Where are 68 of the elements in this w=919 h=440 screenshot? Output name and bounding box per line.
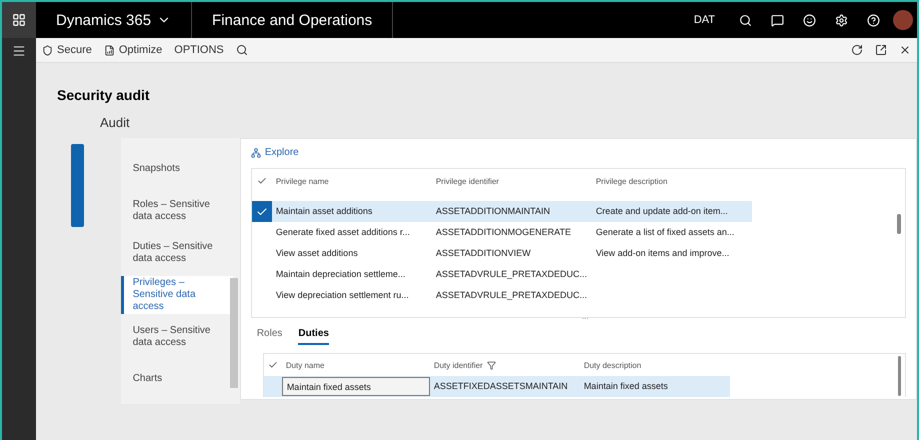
table-cell-text: ASSETADDITIONMAINTAIN	[434, 205, 551, 218]
smiley-icon[interactable]	[802, 14, 816, 26]
page-title: Security audit	[57, 87, 151, 103]
help-icon[interactable]	[866, 14, 880, 26]
search-icon[interactable]	[738, 14, 752, 26]
menu-icon[interactable]	[12, 44, 26, 58]
close-icon[interactable]	[899, 44, 911, 56]
table-row[interactable]: Generate fixed asset additions r... ASSETADDITIONMOGENERATE Generate a list of fixed assets an...	[252, 222, 752, 243]
scrollbar-thumb[interactable]	[230, 278, 238, 388]
check-icon	[256, 206, 268, 218]
table-cell-text: ASSETADDITIONMOGENERATE	[434, 226, 572, 239]
column-header[interactable]: Privilege description	[592, 176, 752, 186]
scrollbar-thumb[interactable]	[897, 214, 901, 234]
scrollbar-thumb[interactable]	[898, 356, 901, 396]
table-cell-text: Create and update add-on item...	[594, 205, 729, 218]
table-cell-text: ASSETADDITIONVIEW	[434, 247, 532, 260]
section-title: Audit	[100, 115, 131, 130]
table-row[interactable]: Maintain asset additions ASSETADDITIONMAINTAIN Create and update add-on item...	[252, 201, 752, 222]
check-icon[interactable]	[256, 176, 267, 186]
table-cell-text: Maintain asset additions	[274, 205, 374, 218]
nav-item[interactable]: Snapshots	[120, 150, 233, 188]
table-cell-text: ASSETADVRULE_PRETAXDEDUC...	[434, 268, 588, 281]
column-header[interactable]: Privilege identifier	[432, 176, 592, 186]
nav-item[interactable]: Privileges – Sensitive data access	[120, 276, 233, 314]
column-header[interactable]: Duty description	[580, 360, 730, 370]
table-row[interactable]: Maintain depreciation settleme... ASSETADVRULE_PRETAXDEDUC...	[252, 264, 752, 285]
table-cell-text: ASSETADVRULE_PRETAXDEDUC...	[434, 289, 588, 302]
shield-icon	[42, 44, 53, 56]
column-header[interactable]: Privilege name	[272, 176, 432, 186]
table-cell-text: Generate fixed asset additions r...	[274, 226, 411, 239]
table-cell-text: ASSETFIXEDASSETSMAINTAIN	[432, 380, 569, 393]
table-cell-text: View asset additions	[274, 247, 359, 260]
table-row[interactable]: View asset additions ASSETADDITIONVIEW View add-on items and improve...	[252, 243, 752, 264]
company-code[interactable]: DAT	[694, 14, 715, 26]
table-cell-text: Generate a list of fixed assets an...	[594, 226, 736, 239]
pop-out-icon[interactable]	[875, 44, 887, 56]
tab[interactable]: Duties	[298, 328, 329, 345]
user-avatar[interactable]	[893, 10, 913, 30]
table-cell-text: Maintain fixed assets	[582, 380, 669, 393]
column-header[interactable]: Duty name	[282, 360, 430, 370]
nav-item[interactable]: Duties – Sensitive data access	[120, 234, 233, 272]
refresh-icon[interactable]	[851, 44, 863, 56]
message-icon[interactable]	[770, 14, 784, 26]
input-field[interactable]: Maintain fixed assets	[282, 377, 430, 396]
explore-link[interactable]: Explore	[250, 147, 299, 158]
module-name: Finance and Operations	[211, 12, 374, 28]
table-row[interactable]: View depreciation settlement ru... ASSETADVRULE_PRETAXDEDUC...	[252, 285, 752, 306]
report-icon	[104, 44, 115, 56]
tab[interactable]: Roles	[256, 328, 282, 345]
toolbar-button[interactable]: Secure	[42, 44, 92, 56]
search-icon[interactable]	[236, 44, 248, 56]
table-cell-text: View add-on items and improve...	[594, 247, 730, 260]
app-name[interactable]: Dynamics 365	[50, 12, 178, 28]
table-row[interactable]: Maintain fixed assets ASSETFIXEDASSETSMAINTAIN Maintain fixed assets	[264, 376, 730, 397]
toolbar-button[interactable]: Optimize	[104, 44, 162, 56]
more-indicator: ...	[582, 312, 588, 322]
toolbar-button[interactable]: OPTIONS	[174, 44, 224, 56]
nav-item[interactable]: Charts	[120, 360, 233, 398]
app-launcher-icon[interactable]	[2, 2, 36, 38]
table-cell-text: Maintain depreciation settleme...	[274, 268, 406, 281]
hierarchy-icon	[250, 148, 261, 158]
nav-item[interactable]: Users – Sensitive data access	[120, 318, 233, 356]
settings-icon[interactable]	[834, 14, 848, 26]
column-header[interactable]: Duty identifier	[430, 360, 580, 370]
table-cell-text: View depreciation settlement ru...	[274, 289, 410, 302]
filter-icon[interactable]	[486, 360, 496, 370]
nav-item[interactable]: Roles – Sensitive data access	[120, 192, 233, 230]
check-icon[interactable]	[268, 360, 278, 370]
